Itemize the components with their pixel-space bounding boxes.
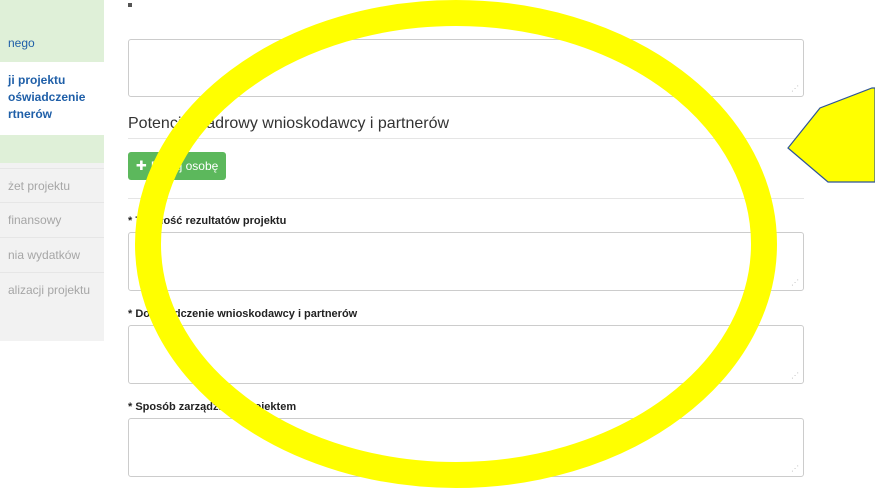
- sidebar-item-label: nego: [8, 36, 35, 50]
- field-label-experience: * Doświadczenie wnioskodawcy i partnerów: [128, 308, 358, 320]
- sidebar-item-expenses[interactable]: nia wydatków: [0, 237, 104, 272]
- divider: [128, 198, 804, 199]
- pentagon-shape: [787, 87, 875, 183]
- resize-grip-icon[interactable]: ⋰: [791, 279, 799, 287]
- sidebar-item-implementation[interactable]: alizacji projektu: [0, 272, 104, 307]
- sidebar-item-label: finansowy: [8, 213, 62, 227]
- sidebar-item-label: oświadczenie: [8, 90, 86, 104]
- add-person-label: Dodaj osobę: [150, 159, 219, 173]
- sidebar-item-label: alizacji projektu: [8, 283, 91, 297]
- resize-grip-icon[interactable]: ⋰: [791, 85, 799, 93]
- textarea-previous[interactable]: ⋰: [128, 39, 804, 97]
- sidebar-item-budget[interactable]: żet projektu: [0, 168, 104, 203]
- field-label-sustainability: * Trwałość rezultatów projektu: [128, 215, 287, 227]
- sidebar-item-active[interactable]: ji projektu oświadczenie rtnerów: [0, 62, 104, 135]
- cut-off-label: [128, 0, 278, 9]
- sidebar-item-label: nia wydatków: [8, 248, 81, 262]
- add-person-button[interactable]: ✚ Dodaj osobę: [128, 152, 227, 180]
- plus-icon: ✚: [136, 158, 147, 173]
- divider: [128, 138, 804, 139]
- sidebar-item-label: rtnerów: [8, 107, 53, 121]
- resize-grip-icon[interactable]: ⋰: [791, 465, 799, 473]
- textarea-sustainability[interactable]: ⋰: [128, 232, 804, 291]
- sidebar-item-label: żet projektu: [8, 179, 71, 193]
- field-label-management: * Sposób zarządzania projektem: [128, 401, 297, 413]
- section-title-staff: Potencjał kadrowy wnioskodawcy i partner…: [128, 115, 450, 132]
- sidebar: nego ji projektu oświadczenie rtnerów że…: [0, 0, 104, 341]
- sidebar-item-previous[interactable]: nego: [0, 0, 104, 62]
- sidebar-item-highlight[interactable]: [0, 135, 104, 163]
- resize-grip-icon[interactable]: ⋰: [791, 372, 799, 380]
- sidebar-item-financial[interactable]: finansowy: [0, 202, 104, 237]
- textarea-experience[interactable]: ⋰: [128, 325, 804, 384]
- textarea-management[interactable]: ⋰: [128, 418, 804, 477]
- sidebar-item-label: ji projektu: [8, 73, 66, 87]
